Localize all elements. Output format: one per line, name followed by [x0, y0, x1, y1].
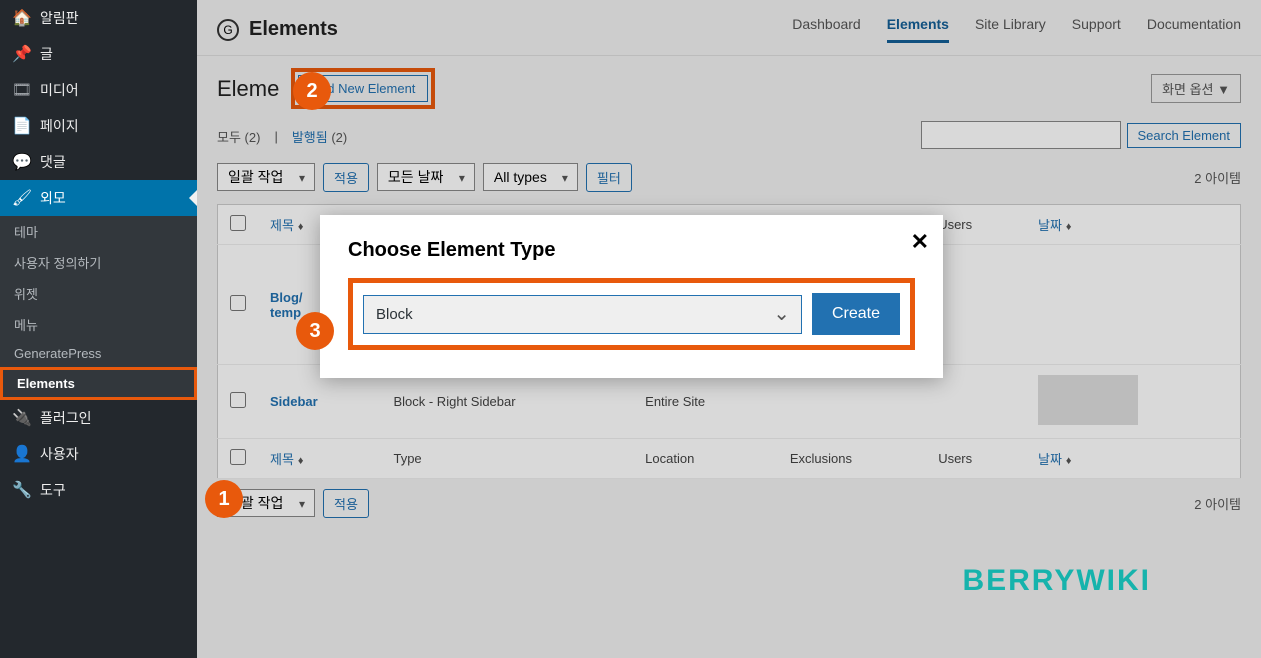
sidebar-sub-elements[interactable]: Elements [0, 367, 197, 400]
sidebar-item-label: 외모 [40, 188, 66, 208]
sidebar-item-comments[interactable]: 💬 댓글 [0, 144, 197, 180]
sidebar-sub-customize[interactable]: 사용자 정의하기 [0, 247, 197, 278]
element-type-select[interactable]: Block [363, 295, 802, 334]
sidebar-item-media[interactable]: 🎞 미디어 [0, 72, 197, 108]
modal-controls-highlight: Block Create [348, 278, 915, 350]
sidebar-item-dashboard[interactable]: 🏠 알림판 [0, 0, 197, 36]
sidebar-sub-widgets[interactable]: 위젯 [0, 278, 197, 309]
watermark: BERRYWIKI [962, 564, 1151, 598]
sidebar-item-label: 페이지 [40, 116, 79, 136]
sidebar-item-label: 댓글 [40, 152, 66, 172]
element-type-modal: ✕ Choose Element Type Block Create [320, 215, 943, 378]
admin-sidebar: 🏠알림판 📌글 🎞미디어 📄페이지 💬댓글 🖌외모 테마 사용자 정의하기 위젯… [0, 0, 197, 658]
close-icon[interactable]: ✕ [911, 229, 929, 255]
sidebar-item-users[interactable]: 👤 사용자 [0, 436, 197, 472]
sidebar-item-pages[interactable]: 📄 페이지 [0, 108, 197, 144]
sidebar-item-label: 알림판 [40, 8, 79, 28]
modal-title: Choose Element Type [348, 239, 915, 262]
user-icon: 👤 [12, 444, 32, 464]
sidebar-item-posts[interactable]: 📌글 [0, 36, 197, 72]
sidebar-sub-menus[interactable]: 메뉴 [0, 309, 197, 340]
sidebar-sub-generatepress[interactable]: GeneratePress [0, 340, 197, 367]
sidebar-item-label: 미디어 [40, 80, 79, 100]
annotation-marker-1: 1 [205, 480, 243, 518]
brush-icon: 🖌 [12, 188, 32, 208]
annotation-marker-2: 2 [293, 72, 331, 110]
sidebar-item-appearance[interactable]: 🖌 외모 [0, 180, 197, 216]
pin-icon: 📌 [12, 44, 32, 64]
wrench-icon: 🔧 [12, 480, 32, 500]
dashboard-icon: 🏠 [12, 8, 32, 28]
sidebar-item-tools[interactable]: 🔧 도구 [0, 472, 197, 508]
annotation-marker-3: 3 [296, 312, 334, 350]
sidebar-item-label: 사용자 [40, 444, 79, 464]
create-button[interactable]: Create [812, 293, 900, 335]
sidebar-item-label: 도구 [40, 480, 66, 500]
page-icon: 📄 [12, 116, 32, 136]
comment-icon: 💬 [12, 152, 32, 172]
sidebar-item-label: 글 [40, 44, 53, 64]
sidebar-sub-themes[interactable]: 테마 [0, 216, 197, 247]
sidebar-item-plugins[interactable]: 🔌 플러그인 [0, 400, 197, 436]
plugin-icon: 🔌 [12, 408, 32, 428]
sidebar-item-label: 플러그인 [40, 408, 92, 428]
media-icon: 🎞 [12, 80, 32, 100]
